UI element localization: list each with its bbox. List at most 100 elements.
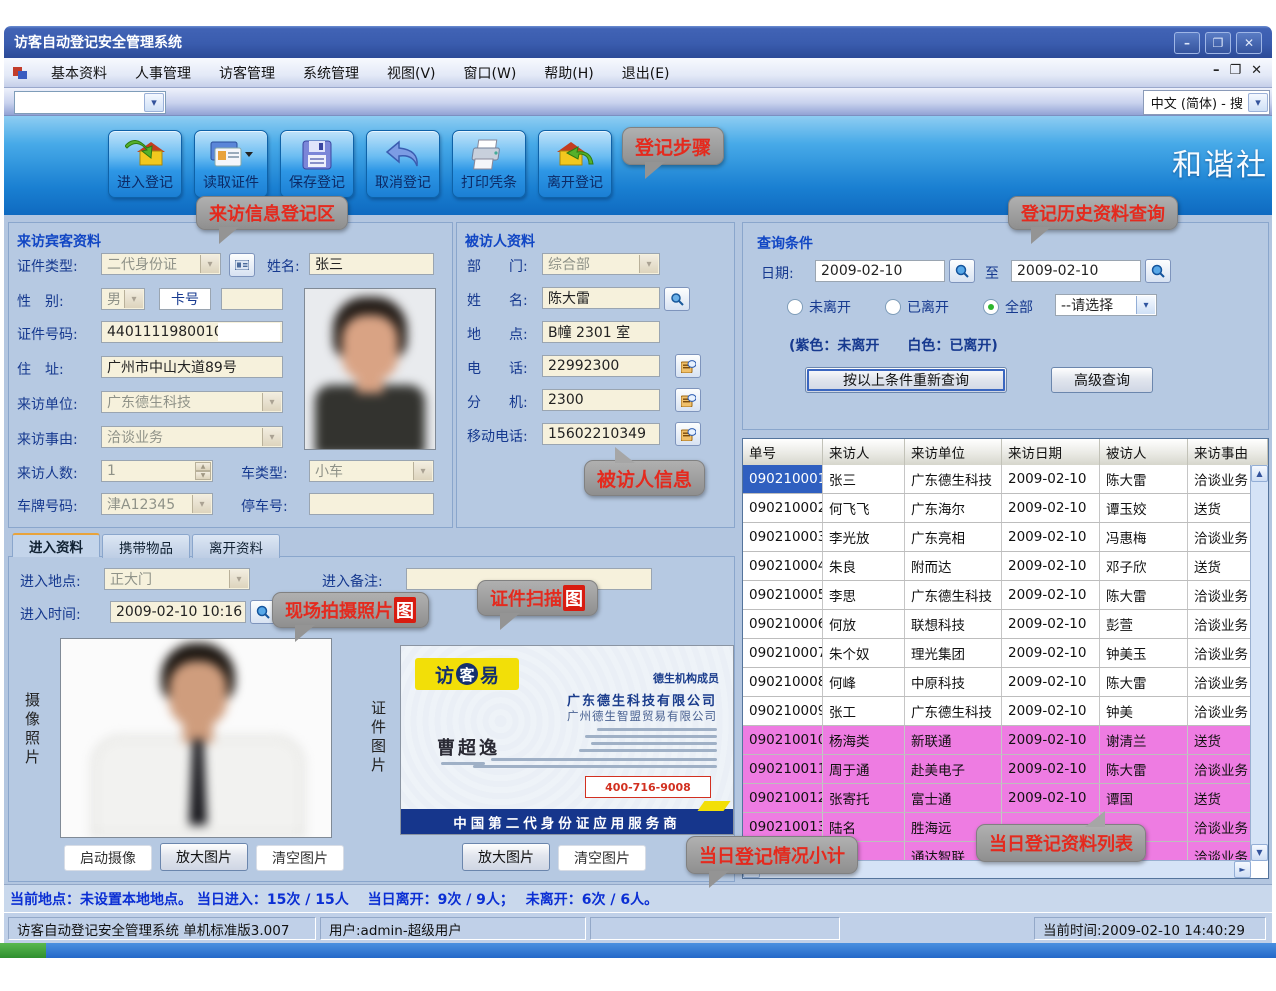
menu-item-hr[interactable]: 人事管理	[122, 59, 204, 87]
language-bar[interactable]: 中文 (简体) - 搜 ▾	[1143, 90, 1270, 115]
restore-button[interactable]: ❐	[1205, 32, 1231, 54]
table-cell[interactable]: 090210002	[743, 494, 823, 522]
scroll-up-icon[interactable]: ▲	[1251, 465, 1268, 482]
gender-select[interactable]: 男 ▾	[101, 288, 145, 310]
visit-unit-select[interactable]: 广东德生科技 ▾	[101, 391, 283, 413]
table-cell[interactable]: 广东德生科技	[905, 697, 1002, 725]
table-cell[interactable]: 广东海尔	[905, 494, 1002, 522]
table-cell[interactable]: 富士通	[905, 784, 1002, 812]
col-header[interactable]: 来访事由	[1188, 439, 1268, 465]
stepper-arrows-icon[interactable]: ▲▼	[195, 462, 211, 480]
status-select[interactable]: --请选择 ▾	[1055, 294, 1157, 316]
mobile-field[interactable]: 15602210349	[542, 423, 660, 445]
table-cell[interactable]: 2009-02-10	[1002, 523, 1100, 551]
table-cell[interactable]: 钟美	[1100, 697, 1188, 725]
table-row[interactable]: 090210002何飞飞广东海尔2009-02-10谭玉姣送货	[743, 494, 1251, 523]
table-cell[interactable]: 张三	[823, 465, 905, 493]
table-cell[interactable]: 洽谈业务	[1188, 668, 1251, 696]
chevron-down-icon[interactable]: ▾	[1136, 296, 1155, 314]
col-header[interactable]: 单号	[743, 439, 823, 465]
table-cell[interactable]: 090210001	[743, 465, 823, 493]
table-cell[interactable]: 090210010	[743, 726, 823, 754]
dial-phone-button[interactable]	[675, 354, 701, 378]
visitor-name-field[interactable]: 张三	[309, 253, 434, 275]
address-field[interactable]: 广州市中山大道89号	[101, 356, 283, 378]
table-cell[interactable]: 联想科技	[905, 610, 1002, 638]
tab-carried-items[interactable]: 携带物品	[102, 534, 190, 558]
table-cell[interactable]: 何飞飞	[823, 494, 905, 522]
print-receipt-button[interactable]: 打印凭条	[452, 130, 526, 198]
read-card-button[interactable]: 读取证件	[194, 130, 268, 198]
table-cell[interactable]: 090210011	[743, 755, 823, 783]
table-cell[interactable]: 送货	[1188, 726, 1251, 754]
menu-item-exit[interactable]: 退出(E)	[609, 59, 683, 87]
dial-ext-button[interactable]	[675, 388, 701, 412]
table-row[interactable]: 090210005李思广东德生科技2009-02-10陈大雷洽谈业务	[743, 581, 1251, 610]
mdi-close-button[interactable]: ✕	[1251, 63, 1262, 78]
table-cell[interactable]: 2009-02-10	[1002, 697, 1100, 725]
advanced-query-button[interactable]: 高级查询	[1051, 367, 1153, 393]
cert-type-select[interactable]: 二代身份证 ▾	[101, 253, 221, 275]
chevron-down-icon[interactable]: ▾	[1248, 93, 1268, 112]
table-cell[interactable]: 赴美电子	[905, 755, 1002, 783]
date-to-field[interactable]: 2009-02-10	[1011, 260, 1141, 282]
table-cell[interactable]: 何峰	[823, 668, 905, 696]
table-cell[interactable]: 2009-02-10	[1002, 465, 1100, 493]
table-cell[interactable]: 广东德生科技	[905, 465, 1002, 493]
table-cell[interactable]: 送货	[1188, 784, 1251, 812]
table-cell[interactable]: 张寄托	[823, 784, 905, 812]
interviewee-name-field[interactable]: 陈大雷	[542, 287, 660, 309]
table-cell[interactable]: 090210012	[743, 784, 823, 812]
table-cell[interactable]: 洽谈业务	[1188, 697, 1251, 725]
date-from-field[interactable]: 2009-02-10	[815, 260, 945, 282]
table-cell[interactable]: 邓子欣	[1100, 552, 1188, 580]
table-cell[interactable]: 2009-02-10	[1002, 784, 1100, 812]
table-cell[interactable]: 张工	[823, 697, 905, 725]
radio-not-left[interactable]: 未离开	[787, 297, 851, 317]
table-cell[interactable]: 理光集团	[905, 639, 1002, 667]
table-cell[interactable]: 谭国	[1100, 784, 1188, 812]
cert-no-field[interactable]: 4401111980010	[101, 321, 283, 343]
minimize-button[interactable]: –	[1174, 32, 1200, 54]
table-cell[interactable]: 090210003	[743, 523, 823, 551]
table-cell[interactable]: 新联通	[905, 726, 1002, 754]
table-row[interactable]: 090210007朱个奴理光集团2009-02-10钟美玉洽谈业务	[743, 639, 1251, 668]
table-cell[interactable]: 090210008	[743, 668, 823, 696]
menu-item-system[interactable]: 系统管理	[290, 59, 372, 87]
table-cell[interactable]: 090210005	[743, 581, 823, 609]
table-cell[interactable]: 周于通	[823, 755, 905, 783]
table-row[interactable]: 090210010杨海类新联通2009-02-10谢清兰送货	[743, 726, 1251, 755]
clear-photo-button[interactable]: 清空图片	[256, 845, 344, 871]
table-row[interactable]: 090210011周于通赴美电子2009-02-10陈大雷洽谈业务	[743, 755, 1251, 784]
table-cell[interactable]: 2009-02-10	[1002, 494, 1100, 522]
menu-item-basic[interactable]: 基本资料	[38, 59, 120, 87]
leave-register-button[interactable]: 离开登记	[538, 130, 612, 198]
table-cell[interactable]: 2009-02-10	[1002, 639, 1100, 667]
menu-item-help[interactable]: 帮助(H)	[531, 59, 606, 87]
quick-search-combobox[interactable]: ▾	[14, 91, 166, 114]
table-cell[interactable]: 090210009	[743, 697, 823, 725]
table-cell[interactable]: 2009-02-10	[1002, 755, 1100, 783]
table-cell[interactable]: 2009-02-10	[1002, 552, 1100, 580]
menu-item-window[interactable]: 窗口(W)	[451, 59, 530, 87]
visit-reason-select[interactable]: 洽谈业务 ▾	[101, 426, 283, 448]
menu-item-visitor[interactable]: 访客管理	[206, 59, 288, 87]
table-cell[interactable]: 陈大雷	[1100, 465, 1188, 493]
requery-button[interactable]: 按以上条件重新查询	[805, 367, 1007, 393]
table-cell[interactable]: 洽谈业务	[1188, 813, 1251, 841]
radio-left[interactable]: 已离开	[885, 297, 949, 317]
plate-no-select[interactable]: 津A12345 ▾	[101, 493, 213, 515]
table-cell[interactable]: 彭萱	[1100, 610, 1188, 638]
table-cell[interactable]: 2009-02-10	[1002, 610, 1100, 638]
menu-item-view[interactable]: 视图(V)	[374, 59, 449, 87]
location-field[interactable]: B幢 2301 室	[542, 321, 660, 343]
table-cell[interactable]: 送货	[1188, 552, 1251, 580]
scroll-down-icon[interactable]: ▼	[1251, 844, 1268, 861]
table-cell[interactable]: 谢清兰	[1100, 726, 1188, 754]
table-cell[interactable]: 陈大雷	[1100, 668, 1188, 696]
col-header[interactable]: 来访单位	[905, 439, 1002, 465]
table-cell[interactable]: 中原科技	[905, 668, 1002, 696]
table-row[interactable]: 090210001张三广东德生科技2009-02-10陈大雷洽谈业务	[743, 465, 1251, 494]
scroll-right-icon[interactable]: ►	[1234, 861, 1251, 878]
table-cell[interactable]: 洽谈业务	[1188, 465, 1251, 493]
